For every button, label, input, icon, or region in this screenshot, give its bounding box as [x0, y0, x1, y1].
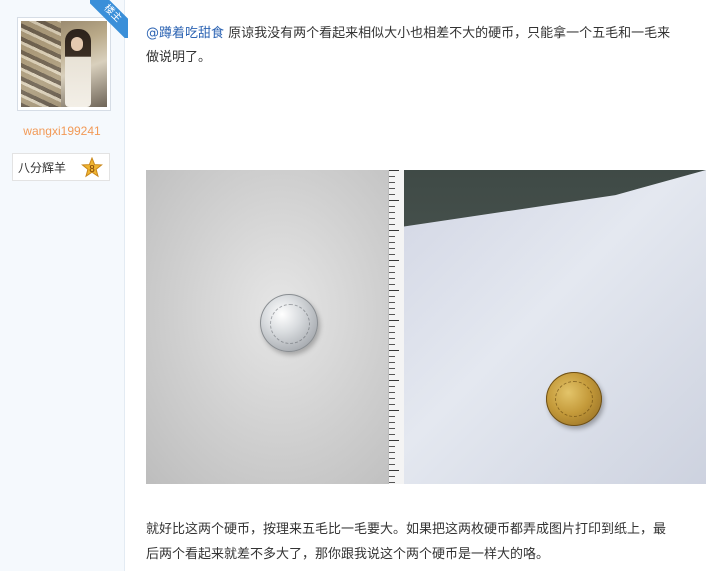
- mention-link[interactable]: @蹲着吃甜食: [146, 26, 224, 41]
- post-photo[interactable]: [146, 170, 706, 484]
- silver-coin: [260, 294, 318, 352]
- author-sidebar: 楼主 wangxi199241 八分辉羊 8: [0, 0, 128, 571]
- rank-label: 八分辉羊: [18, 161, 67, 175]
- post-line-1: @蹲着吃甜食 原谅我没有两个看起来相似大小也相差不大的硬币，只能拿一个五毛和一毛…: [146, 22, 670, 41]
- star-icon: 8: [81, 157, 103, 178]
- post-text-4: 后两个看起来就差不多大了，那你跟我说这个两个硬币是一样大的咯。: [146, 547, 550, 562]
- username-link[interactable]: wangxi199241: [0, 124, 124, 138]
- gold-coin: [546, 372, 602, 426]
- post-text-2: 做说明了。: [146, 50, 212, 65]
- rank-level: 8: [89, 164, 95, 175]
- rank-box[interactable]: 八分辉羊 8: [12, 153, 110, 181]
- op-badge-label: 楼主: [90, 0, 128, 38]
- op-badge: 楼主: [90, 0, 128, 38]
- post-text-1: 原谅我没有两个看起来相似大小也相差不大的硬币，只能拿一个五毛和一毛来: [224, 26, 671, 41]
- post-text-3: 就好比这两个硬币，按理来五毛比一毛要大。如果把这两枚硬币都弄成图片打印到纸上，最: [146, 522, 667, 537]
